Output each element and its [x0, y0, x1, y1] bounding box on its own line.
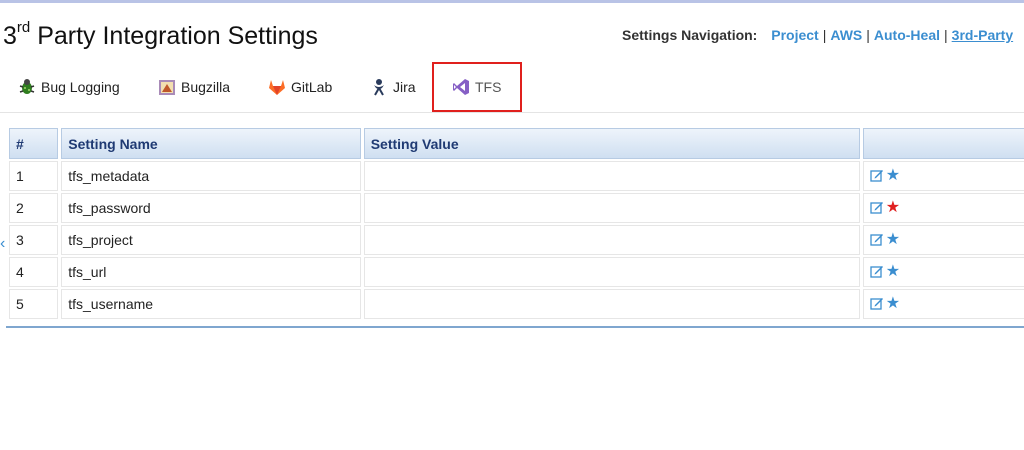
- tab-tfs[interactable]: TFS: [432, 62, 522, 112]
- star-icon[interactable]: ★: [886, 200, 900, 216]
- column-header-setting-name[interactable]: Setting Name: [61, 128, 361, 159]
- row-actions: ★: [862, 289, 1024, 319]
- row-actions: ★: [862, 225, 1024, 255]
- table-header-row: # Setting Name Setting Value: [9, 128, 1024, 159]
- table-row: 2 tfs_password ★: [9, 193, 1024, 223]
- gitlab-icon: [268, 78, 286, 96]
- setting-value: [363, 225, 860, 255]
- setting-name: tfs_project: [61, 225, 361, 255]
- tab-bugzilla[interactable]: Bugzilla: [158, 62, 230, 112]
- setting-value: [363, 289, 860, 319]
- tab-gitlab[interactable]: GitLab: [268, 62, 332, 112]
- tab-label: Bugzilla: [181, 79, 231, 95]
- setting-name: tfs_metadata: [61, 161, 361, 191]
- settings-table: # Setting Name Setting Value 1 tfs_metad…: [6, 126, 1024, 321]
- tab-bug-logging[interactable]: Bug Logging: [18, 62, 120, 112]
- table-row: 1 tfs_metadata ★: [9, 161, 1024, 191]
- column-header-actions: [862, 128, 1024, 159]
- row-actions: ★: [862, 161, 1024, 191]
- edit-icon[interactable]: [870, 200, 884, 217]
- edit-icon[interactable]: [870, 296, 884, 313]
- integration-tabs: Bug Logging Bugzilla GitLab Jira TFS: [0, 62, 1024, 112]
- setting-name: tfs_password: [61, 193, 361, 223]
- jira-icon: [370, 78, 388, 96]
- column-header-number[interactable]: #: [9, 128, 59, 159]
- tab-jira[interactable]: Jira: [370, 62, 416, 112]
- tab-label: TFS: [475, 79, 502, 95]
- row-number: 1: [9, 161, 59, 191]
- bugzilla-icon: [158, 78, 176, 96]
- nav-separator: |: [822, 27, 827, 43]
- table-row: 4 tfs_url ★: [9, 257, 1024, 287]
- setting-value: [363, 161, 860, 191]
- page-title: 3rd Party Integration Settings: [3, 19, 318, 50]
- setting-name: tfs_url: [61, 257, 361, 287]
- nav-separator: |: [944, 27, 948, 43]
- tabs-divider: [0, 112, 1024, 113]
- row-number: 2: [9, 193, 59, 223]
- edit-icon[interactable]: [870, 232, 884, 249]
- star-icon[interactable]: ★: [886, 232, 900, 248]
- row-number: 5: [9, 289, 59, 319]
- edit-icon[interactable]: [870, 264, 884, 281]
- row-actions: ★: [862, 193, 1024, 223]
- star-icon[interactable]: ★: [886, 264, 900, 280]
- tab-label: GitLab: [291, 79, 333, 95]
- tab-label: Bug Logging: [41, 79, 120, 95]
- nav-link-auto-heal[interactable]: Auto-Heal: [874, 27, 940, 43]
- visual-studio-icon: [452, 78, 470, 96]
- row-number: 3: [9, 225, 59, 255]
- star-icon[interactable]: ★: [886, 296, 900, 312]
- nav-separator: |: [866, 27, 870, 43]
- bug-icon: [18, 78, 36, 96]
- setting-value: [363, 257, 860, 287]
- setting-name: tfs_username: [61, 289, 361, 319]
- nav-link-aws[interactable]: AWS: [830, 27, 862, 43]
- edit-icon[interactable]: [870, 168, 884, 185]
- table-row: 5 tfs_username ★: [9, 289, 1024, 319]
- table-bottom-border: [6, 326, 1024, 328]
- tab-label: Jira: [393, 79, 416, 95]
- top-border: [0, 0, 1024, 3]
- settings-navigation-label: Settings Navigation:: [622, 27, 758, 43]
- settings-navigation: Settings Navigation: Project | AWS | Auto-He…: [622, 27, 1013, 43]
- row-actions: ★: [862, 257, 1024, 287]
- nav-link-project[interactable]: Project: [771, 27, 818, 43]
- star-icon[interactable]: ★: [886, 168, 900, 184]
- column-header-setting-value[interactable]: Setting Value: [363, 128, 860, 159]
- table-row: 3 tfs_project ★: [9, 225, 1024, 255]
- row-number: 4: [9, 257, 59, 287]
- nav-link-3rd-party[interactable]: 3rd-Party: [952, 27, 1013, 43]
- setting-value: [363, 193, 860, 223]
